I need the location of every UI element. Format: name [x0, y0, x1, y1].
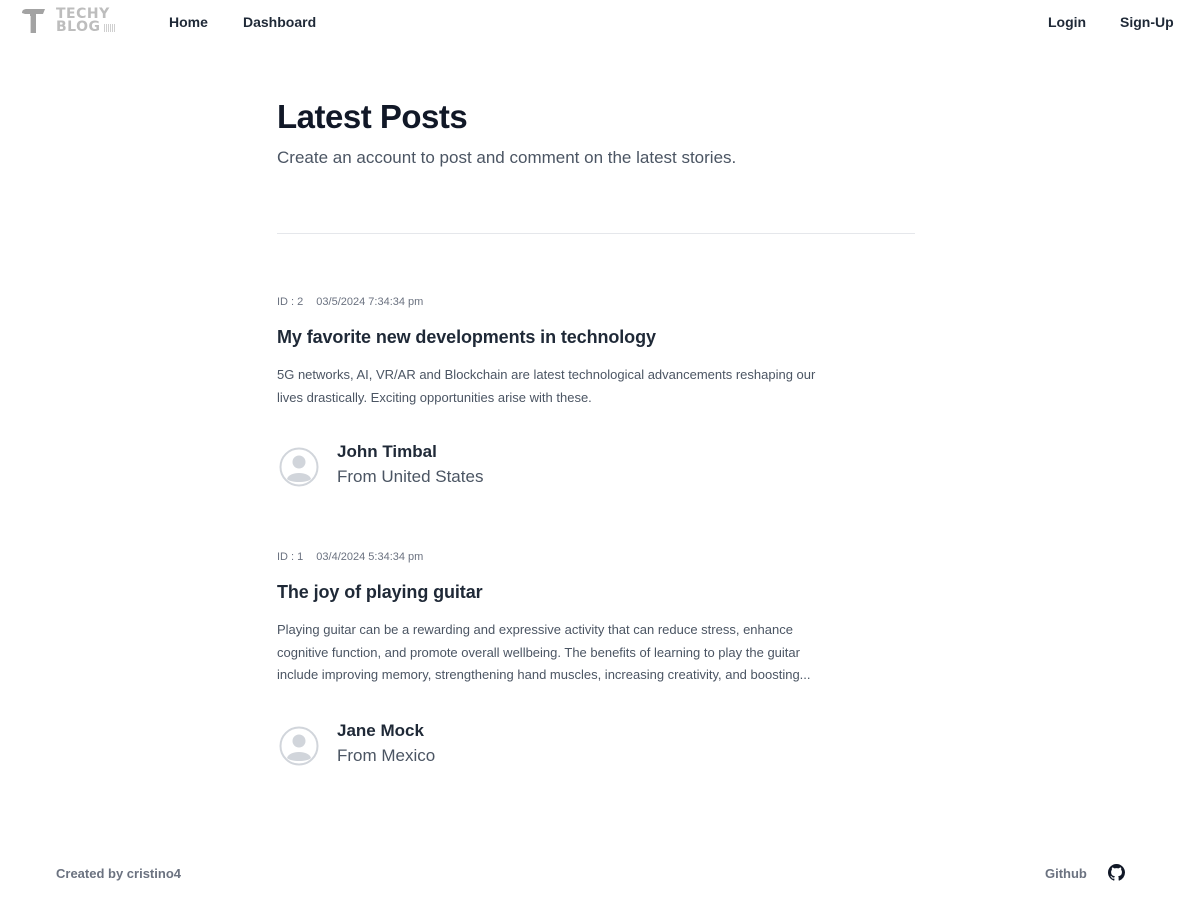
author-location: From United States — [337, 467, 484, 486]
post-card: ID : 1 03/4/2024 5:34:34 pm The joy of pl… — [277, 551, 837, 777]
github-icon[interactable] — [1108, 864, 1125, 881]
post-title[interactable]: The joy of playing guitar — [277, 582, 837, 603]
nav-home-link[interactable]: Home — [169, 14, 208, 30]
nav-dashboard-link[interactable]: Dashboard — [243, 14, 316, 30]
post-body: 5G networks, AI, VR/AR and Blockchain ar… — [277, 367, 816, 405]
post-author: Jane Mock From Mexico — [277, 721, 837, 777]
author-name: Jane Mock — [337, 720, 424, 740]
post-meta: ID : 2 03/5/2024 7:34:34 pm — [277, 296, 837, 310]
post-title[interactable]: My favorite new developments in technolo… — [277, 327, 837, 348]
user-avatar-icon — [279, 726, 319, 765]
author-name: John Timbal — [337, 442, 437, 461]
logo-decoration — [103, 23, 116, 32]
post-date: 03/5/2024 7:34:34 pm — [316, 296, 424, 308]
logo-line-2: BLOG — [56, 19, 101, 35]
nav-login-link[interactable]: Login — [1048, 14, 1086, 30]
post-meta: ID : 1 03/4/2024 5:34:34 pm — [277, 551, 837, 565]
footer-github-link[interactable]: Github — [1045, 866, 1087, 881]
author-location: From Mexico — [337, 745, 436, 765]
section-divider — [277, 233, 915, 234]
techy-blog-logo-icon — [22, 9, 45, 33]
nav-signup-link[interactable]: Sign-Up — [1120, 14, 1174, 30]
page: TECHY BLOG Home Dashboard Login Sign-Up … — [0, 0, 1186, 902]
page-subtitle: Create an account to post and comment on… — [277, 148, 737, 167]
user-avatar-icon — [279, 447, 319, 487]
logo-wordmark: TECHY BLOG — [56, 7, 116, 35]
post-id: ID : 2 — [277, 296, 304, 308]
page-title: Latest Posts — [277, 98, 468, 135]
post-card: ID : 2 03/5/2024 7:34:34 pm My favorite n… — [277, 296, 837, 498]
post-body: Playing guitar can be a rewarding and ex… — [277, 622, 811, 682]
post-id: ID : 1 — [277, 551, 304, 563]
footer-credit: Created by cristino4 — [56, 866, 181, 881]
top-navbar: TECHY BLOG Home Dashboard Login Sign-Up — [0, 0, 1186, 44]
post-date: 03/4/2024 5:34:34 pm — [316, 551, 424, 563]
site-logo[interactable]: TECHY BLOG — [20, 7, 116, 35]
post-author: John Timbal From United States — [277, 442, 837, 498]
